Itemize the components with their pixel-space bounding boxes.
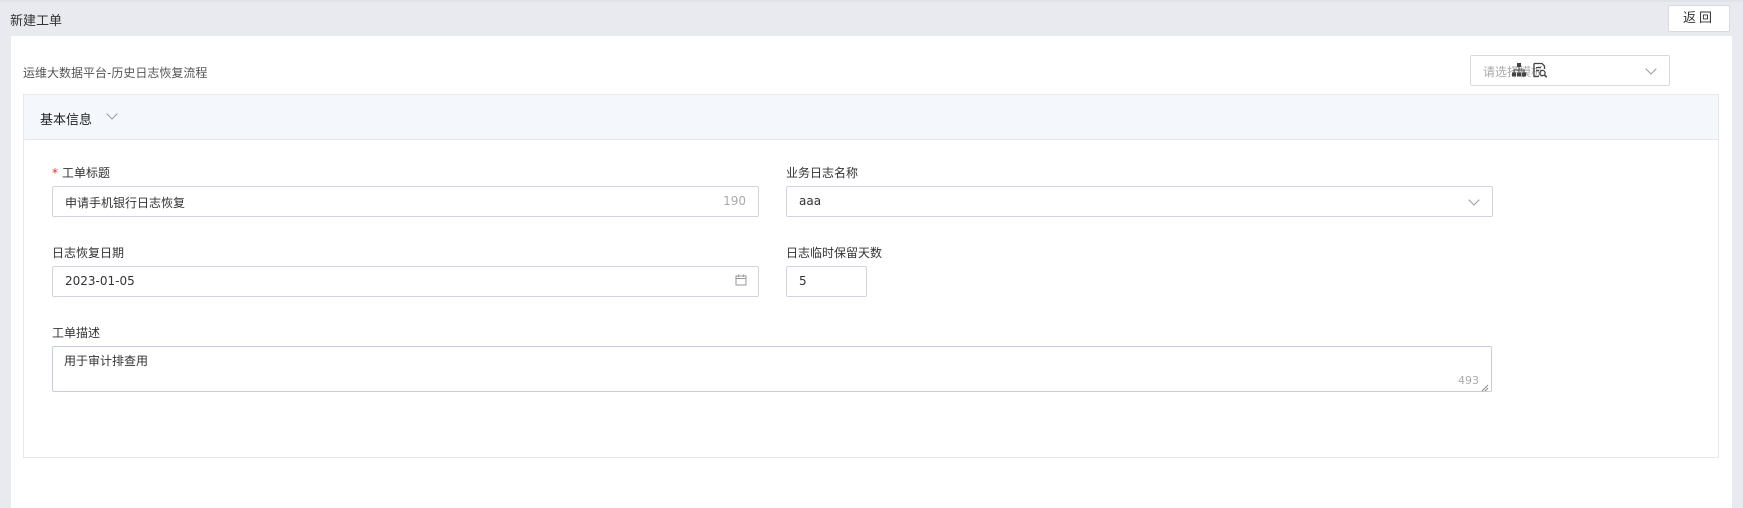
section-title: 基本信息 <box>40 113 93 128</box>
calendar-icon[interactable] <box>735 274 747 290</box>
required-mark: * <box>52 166 58 180</box>
flow-name: 运维大数据平台-历史日志恢复流程 <box>23 66 208 80</box>
ticket-title-label: * 工单标题 <box>52 164 110 181</box>
retention-days-label: 日志临时保留天数 <box>786 246 883 260</box>
retention-days-value: 5 <box>799 274 807 288</box>
restore-date-picker[interactable]: 2023-01-05 <box>52 266 759 297</box>
resize-handle-icon[interactable] <box>1481 381 1489 392</box>
basic-info-section: 基本信息 * 工单标题 申请手机银行日志恢复 190 业务日志名称 aaa 日志恢… <box>23 94 1719 458</box>
restore-date-value: 2023-01-05 <box>65 274 135 288</box>
description-label: 工单描述 <box>52 326 101 340</box>
description-textarea[interactable]: 用于审计排查用 493 <box>52 346 1492 392</box>
restore-date-label: 日志恢复日期 <box>52 246 125 260</box>
ticket-title-value: 申请手机银行日志恢复 <box>65 196 186 210</box>
log-name-select[interactable]: aaa <box>786 186 1493 217</box>
ticket-title-counter: 190 <box>723 194 746 208</box>
description-value: 用于审计排查用 <box>64 354 149 368</box>
main-panel: 运维大数据平台-历史日志恢复流程 请选择模板 基本信息 * 工单标题 申请手机银… <box>11 36 1732 508</box>
log-name-label: 业务日志名称 <box>786 166 859 180</box>
log-name-value: aaa <box>799 194 822 208</box>
chevron-down-icon <box>106 108 118 120</box>
page-title: 新建工单 <box>10 14 63 29</box>
chevron-down-icon <box>1645 63 1657 75</box>
top-bar: 新建工单 返回 <box>0 0 1743 34</box>
back-button[interactable]: 返回 <box>1668 5 1730 32</box>
ticket-title-label-text: 工单标题 <box>62 166 111 180</box>
description-counter: 493 <box>1458 374 1479 387</box>
chevron-down-icon <box>1468 194 1480 206</box>
template-select[interactable]: 请选择模板 <box>1470 55 1670 86</box>
retention-days-input[interactable]: 5 <box>786 266 867 297</box>
basic-info-header[interactable]: 基本信息 <box>24 95 1718 140</box>
ticket-title-input[interactable]: 申请手机银行日志恢复 190 <box>52 186 759 217</box>
org-chart-icon[interactable] <box>1511 62 1527 78</box>
document-search-icon[interactable] <box>1532 62 1548 78</box>
